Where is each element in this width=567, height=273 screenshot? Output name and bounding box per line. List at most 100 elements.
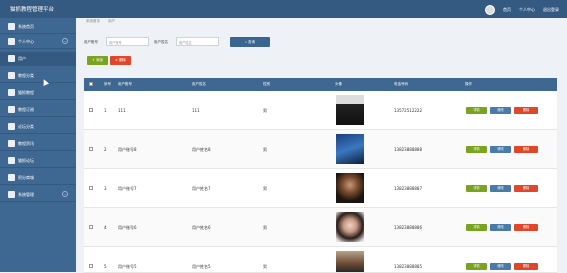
flag-icon bbox=[8, 123, 15, 130]
edit-button[interactable]: 修改 bbox=[490, 224, 511, 231]
row-checkbox[interactable] bbox=[89, 264, 93, 268]
sidebar-item-profile[interactable]: 个人中心 ⌄ bbox=[0, 35, 76, 49]
sidebar-item-system[interactable]: 系统管理 ⌄ bbox=[0, 188, 76, 202]
edit-button[interactable]: 修改 bbox=[490, 146, 511, 153]
row-checkbox[interactable] bbox=[89, 225, 93, 229]
table-row: 1 111 111 男 13572512222 详情 修改 删除 bbox=[84, 91, 557, 130]
user-photo bbox=[336, 173, 364, 203]
search-button[interactable]: ⌕ 查询 bbox=[230, 37, 270, 47]
edit-button[interactable]: 修改 bbox=[490, 263, 511, 270]
sidebar-item-label: 猫抓论坛 bbox=[18, 158, 34, 163]
sidebar-item-news[interactable]: 教程资讯 bbox=[0, 137, 76, 151]
delete-row-button[interactable]: 删除 bbox=[514, 224, 538, 231]
sidebar-item-users[interactable]: 用户 bbox=[0, 52, 76, 66]
sidebar-item-forum-category[interactable]: 论坛分类 bbox=[0, 120, 76, 134]
detail-button[interactable]: 详情 bbox=[466, 146, 487, 153]
sidebar-item-label: 系统首页 bbox=[18, 24, 34, 29]
sidebar-item-tutorials[interactable]: 猫抓教程 bbox=[0, 86, 76, 100]
header-account: 用户账号 bbox=[118, 82, 132, 86]
comment-icon bbox=[8, 106, 15, 113]
top-nav: 首页 个人中心 退出登录 bbox=[485, 5, 559, 15]
header-photo: 头像 bbox=[335, 82, 342, 86]
delete-row-button[interactable]: 删除 bbox=[514, 185, 538, 192]
row-phone: 13823888887 bbox=[394, 186, 422, 191]
flag-icon bbox=[8, 55, 15, 62]
add-button[interactable]: + 添加 bbox=[87, 56, 108, 65]
edit-button[interactable]: 修改 bbox=[490, 107, 511, 114]
row-gender: 男 bbox=[263, 108, 267, 113]
sidebar-item-forum[interactable]: 猫抓论坛 bbox=[0, 154, 76, 168]
breadcrumb: 系统首页 用户 bbox=[86, 19, 122, 24]
table-row: 5 用户账号5 用户姓名5 男 13823888885 详情 修改 删除 bbox=[84, 247, 557, 273]
sidebar-item-label: 教程资讯 bbox=[18, 141, 34, 146]
nav-home[interactable]: 首页 bbox=[503, 7, 511, 13]
sidebar-item-label: 教程分类 bbox=[18, 73, 34, 78]
table-header: 序号 用户账号 用户姓名 性别 头像 电话号码 操作 bbox=[84, 78, 557, 91]
sidebar-item-label: 用户 bbox=[18, 56, 26, 61]
delete-row-button[interactable]: 删除 bbox=[514, 263, 538, 270]
row-account: 用户账号7 bbox=[118, 186, 137, 191]
sidebar-item-points-mall[interactable]: 积分商城 bbox=[0, 171, 76, 185]
breadcrumb-current: 用户 bbox=[108, 19, 116, 23]
header-phone: 电话号码 bbox=[394, 82, 408, 86]
row-phone: 13823888886 bbox=[394, 225, 422, 230]
sidebar-item-tutorial-category[interactable]: 教程分类 bbox=[0, 69, 76, 83]
user-photo bbox=[336, 251, 364, 272]
row-account: 用户账号8 bbox=[118, 147, 137, 152]
sidebar-item-label: 猫抓教程 bbox=[18, 90, 34, 95]
coin-icon bbox=[8, 174, 15, 181]
sidebar-item-label: 教程订阅 bbox=[18, 107, 34, 112]
sidebar-item-subscriptions[interactable]: 教程订阅 bbox=[0, 103, 76, 117]
search-label-account: 用户账号 bbox=[84, 40, 98, 44]
detail-button[interactable]: 详情 bbox=[466, 224, 487, 231]
sidebar-item-label: 系统管理 bbox=[18, 192, 34, 197]
user-card-icon bbox=[8, 38, 15, 45]
sidebar-item-home[interactable]: 系统首页 bbox=[0, 20, 76, 34]
detail-button[interactable]: 详情 bbox=[466, 107, 487, 114]
row-index: 5 bbox=[104, 264, 107, 269]
row-name: 用户姓名8 bbox=[192, 147, 211, 152]
book-icon bbox=[8, 89, 15, 96]
search-input-account[interactable]: 用户账号 bbox=[106, 37, 149, 46]
sidebar-item-label: 积分商城 bbox=[18, 175, 34, 180]
table-row: 3 用户账号7 用户姓名7 男 13823888887 详情 修改 删除 bbox=[84, 169, 557, 208]
row-index: 4 bbox=[104, 225, 107, 230]
select-all-checkbox[interactable] bbox=[89, 82, 93, 87]
nav-logout[interactable]: 退出登录 bbox=[543, 7, 559, 13]
row-phone: 13823888885 bbox=[394, 264, 422, 269]
row-checkbox[interactable] bbox=[89, 147, 93, 151]
book-icon bbox=[8, 157, 15, 164]
search-input-name[interactable]: 用户姓名 bbox=[176, 37, 219, 46]
user-photo bbox=[336, 95, 364, 125]
nav-profile[interactable]: 个人中心 bbox=[519, 7, 535, 13]
row-phone: 13823888888 bbox=[394, 147, 422, 152]
search-button-label: 查询 bbox=[248, 40, 256, 44]
row-gender: 男 bbox=[263, 186, 267, 191]
row-account: 111 bbox=[118, 108, 126, 113]
avatar[interactable] bbox=[485, 5, 495, 15]
header-actions: 操作 bbox=[465, 82, 472, 86]
delete-row-button[interactable]: 删除 bbox=[514, 107, 538, 114]
breadcrumb-home[interactable]: 系统首页 bbox=[86, 19, 100, 24]
settings-icon bbox=[8, 191, 15, 198]
header-gender: 性别 bbox=[263, 82, 270, 86]
add-button-label: 添加 bbox=[96, 58, 104, 62]
header-name: 用户姓名 bbox=[192, 82, 206, 86]
row-checkbox[interactable] bbox=[89, 108, 93, 112]
sidebar: 系统首页 个人中心 ⌄ 用户 教程分类 猫抓教程 教程订阅 论坛分类 教程资讯 … bbox=[0, 18, 76, 272]
detail-button[interactable]: 详情 bbox=[466, 263, 487, 270]
chevron-down-icon: ⌄ bbox=[62, 191, 68, 197]
sidebar-item-label: 论坛分类 bbox=[18, 124, 34, 129]
delete-button[interactable]: × 删除 bbox=[110, 56, 131, 65]
sidebar-item-label: 个人中心 bbox=[18, 39, 34, 44]
row-account: 用户账号6 bbox=[118, 225, 137, 230]
row-account: 用户账号5 bbox=[118, 264, 137, 269]
chevron-down-icon: ⌄ bbox=[62, 38, 68, 44]
row-index: 1 bbox=[104, 108, 107, 113]
table-row: 2 用户账号8 用户姓名8 男 13823888888 详情 修改 删除 bbox=[84, 130, 557, 169]
delete-row-button[interactable]: 删除 bbox=[514, 146, 538, 153]
edit-button[interactable]: 修改 bbox=[490, 185, 511, 192]
detail-button[interactable]: 详情 bbox=[466, 185, 487, 192]
row-checkbox[interactable] bbox=[89, 186, 93, 190]
user-photo bbox=[336, 212, 364, 242]
